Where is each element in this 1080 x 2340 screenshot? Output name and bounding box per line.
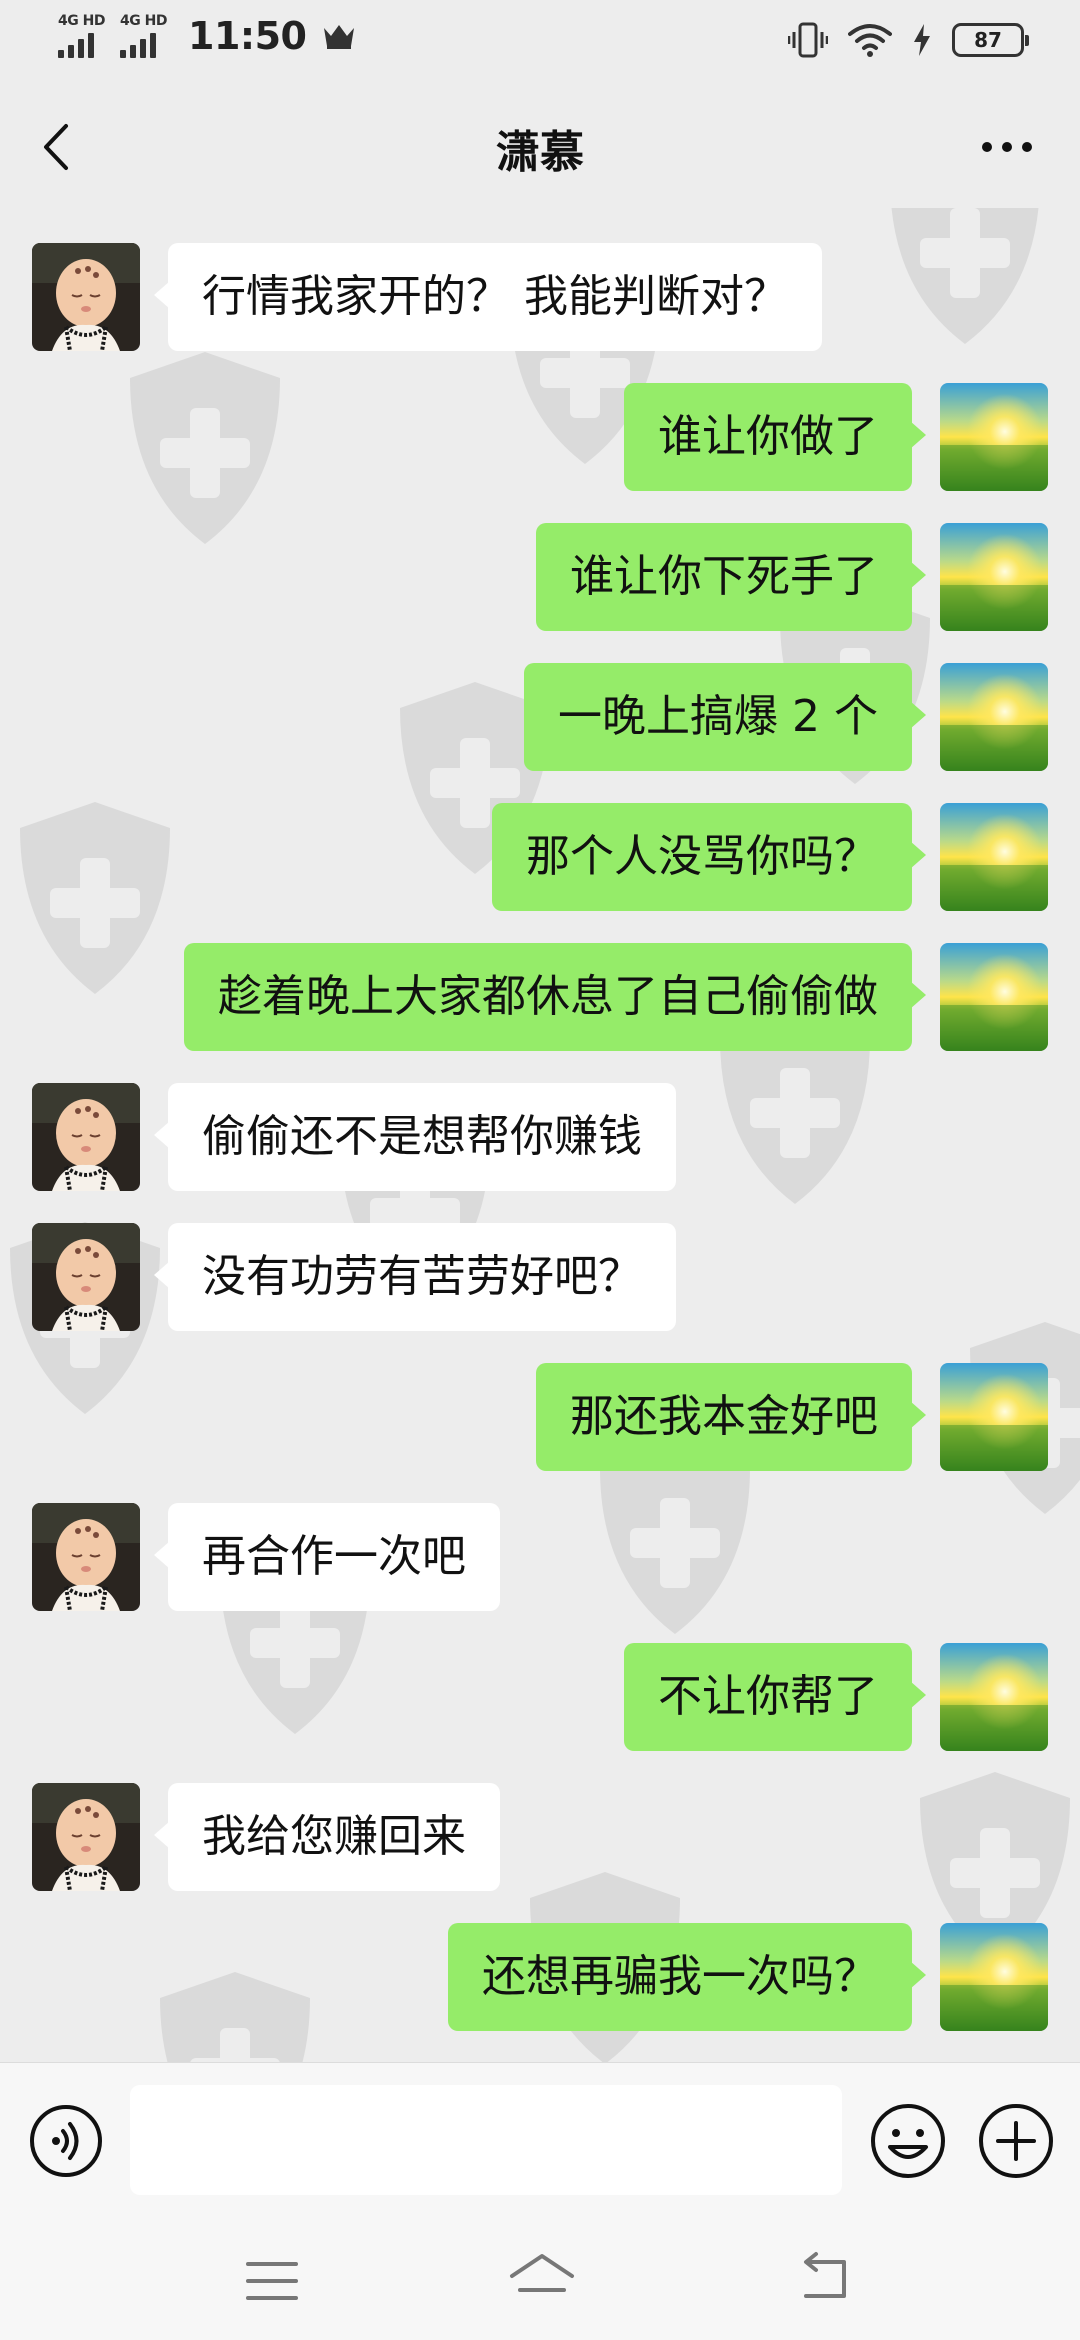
my-avatar[interactable]: [940, 383, 1048, 491]
voice-icon[interactable]: [28, 2103, 104, 2179]
vibrate-icon: [788, 22, 828, 58]
network-type-2: 4G HD: [120, 13, 167, 29]
battery-icon: 87: [952, 23, 1029, 57]
message-row: 谁让你下死手了: [0, 523, 1080, 633]
my-avatar[interactable]: [940, 523, 1048, 631]
contact-avatar[interactable]: [32, 1223, 140, 1331]
message-bubble[interactable]: 趁着晚上大家都休息了自己偷偷做: [184, 943, 926, 1051]
my-avatar[interactable]: [940, 943, 1048, 1051]
chat-area[interactable]: 行情我家开的？ 我能判断对？ 谁让你做了 谁让你下死手了 一晚上搞爆 2 个 那…: [0, 208, 1080, 2062]
message-bubble[interactable]: 我给您赚回来: [154, 1783, 500, 1891]
message-bubble[interactable]: 行情我家开的？ 我能判断对？: [154, 243, 822, 351]
system-nav-bar: [0, 2220, 1080, 2340]
my-avatar[interactable]: [940, 1923, 1048, 2031]
my-avatar[interactable]: [940, 1363, 1048, 1471]
signal-2-icon: 4G HD: [120, 14, 168, 58]
message-bubble[interactable]: 一晚上搞爆 2 个: [524, 663, 926, 771]
my-avatar[interactable]: [940, 803, 1048, 911]
message-row: 一晚上搞爆 2 个: [0, 663, 1080, 773]
message-input[interactable]: [130, 2085, 842, 2195]
message-row: 那还我本金好吧: [0, 1363, 1080, 1473]
contact-avatar[interactable]: [32, 243, 140, 351]
status-time: 11:50: [188, 14, 307, 58]
my-avatar[interactable]: [940, 1643, 1048, 1751]
contact-avatar[interactable]: [32, 1783, 140, 1891]
message-row: 我给您赚回来: [0, 1783, 1080, 1893]
input-bar: [0, 2062, 1080, 2220]
my-avatar[interactable]: [940, 663, 1048, 771]
message-row: 再合作一次吧: [0, 1503, 1080, 1613]
message-bubble[interactable]: 还想再骗我一次吗？: [448, 1923, 926, 2031]
message-bubble[interactable]: 不让你帮了: [624, 1643, 926, 1751]
crown-icon: [324, 25, 355, 49]
message-row: 偷偷还不是想帮你赚钱: [0, 1083, 1080, 1193]
message-bubble[interactable]: 谁让你做了: [624, 383, 926, 491]
message-row: 趁着晚上大家都休息了自己偷偷做: [0, 943, 1080, 1053]
message-row: 不让你帮了: [0, 1643, 1080, 1753]
battery-level: 87: [974, 28, 1002, 52]
message-bubble[interactable]: 没有功劳有苦劳好吧？: [154, 1223, 676, 1331]
more-icon[interactable]: [982, 142, 1032, 152]
message-row: 行情我家开的？ 我能判断对？: [0, 243, 1080, 353]
charging-icon: [914, 24, 930, 56]
signal-1-icon: 4G HD: [58, 14, 106, 58]
chat-title: 潇慕: [496, 127, 584, 178]
status-bar: 4G HD 4G HD 11:50 87: [0, 0, 1080, 82]
message-bubble[interactable]: 偷偷还不是想帮你赚钱: [154, 1083, 676, 1191]
wifi-icon: [848, 24, 892, 57]
message-bubble[interactable]: 那还我本金好吧: [536, 1363, 926, 1471]
network-type-1: 4G HD: [58, 13, 105, 29]
chat-header: 潇慕: [0, 82, 1080, 208]
plus-circle-icon[interactable]: [976, 2101, 1056, 2181]
message-row: 还想再骗我一次吗？: [0, 1923, 1080, 2033]
contact-avatar[interactable]: [32, 1083, 140, 1191]
message-bubble[interactable]: 再合作一次吧: [154, 1503, 500, 1611]
message-bubble[interactable]: 那个人没骂你吗？: [492, 803, 926, 911]
contact-avatar[interactable]: [32, 1503, 140, 1611]
message-bubble[interactable]: 谁让你下死手了: [536, 523, 926, 631]
message-row: 没有功劳有苦劳好吧？: [0, 1223, 1080, 1333]
menu-icon[interactable]: [244, 2256, 300, 2306]
home-icon[interactable]: [506, 2250, 578, 2310]
message-row: 那个人没骂你吗？: [0, 803, 1080, 913]
emoji-icon[interactable]: [868, 2101, 948, 2181]
nav-back-icon[interactable]: [796, 2250, 856, 2310]
message-row: 谁让你做了: [0, 383, 1080, 493]
